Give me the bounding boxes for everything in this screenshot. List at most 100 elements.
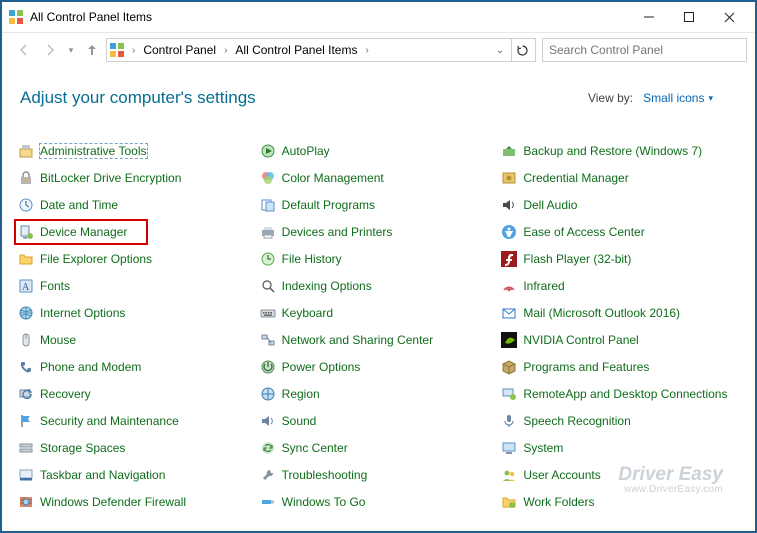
titlebar: All Control Panel Items xyxy=(2,2,755,32)
device-icon xyxy=(18,224,34,240)
index-icon xyxy=(260,278,276,294)
item-mail[interactable]: Mail (Microsoft Outlook 2016) xyxy=(501,304,739,322)
page-title: Adjust your computer's settings xyxy=(20,88,588,108)
system-icon xyxy=(501,440,517,456)
chevron-right-icon[interactable]: › xyxy=(221,43,230,58)
item-internet-options[interactable]: Internet Options xyxy=(18,304,256,322)
view-by-select[interactable]: Small icons ▾ xyxy=(643,91,713,105)
autoplay-icon xyxy=(260,143,276,159)
item-sync-center[interactable]: Sync Center xyxy=(260,439,498,457)
maximize-button[interactable] xyxy=(669,3,709,31)
item-speech-recognition[interactable]: Speech Recognition xyxy=(501,412,739,430)
item-network-sharing[interactable]: Network and Sharing Center xyxy=(260,331,498,349)
minimize-button[interactable] xyxy=(629,3,669,31)
fonts-icon: A xyxy=(18,278,34,294)
item-phone-modem[interactable]: Phone and Modem xyxy=(18,358,256,376)
breadcrumb[interactable]: › Control Panel › All Control Panel Item… xyxy=(106,38,536,62)
item-default-programs[interactable]: Default Programs xyxy=(260,196,498,214)
item-power-options[interactable]: Power Options xyxy=(260,358,498,376)
flash-icon xyxy=(501,251,517,267)
item-windows-defender-firewall[interactable]: Windows Defender Firewall xyxy=(18,493,256,511)
item-region[interactable]: Region xyxy=(260,385,498,403)
close-button[interactable] xyxy=(709,3,749,31)
breadcrumb-seg-control-panel[interactable]: Control Panel xyxy=(140,41,219,59)
item-credential-manager[interactable]: Credential Manager xyxy=(501,169,739,187)
wrench-icon xyxy=(260,467,276,483)
nvidia-icon xyxy=(501,332,517,348)
ease-icon xyxy=(501,224,517,240)
item-work-folders[interactable]: Work Folders xyxy=(501,493,739,511)
speaker-icon xyxy=(501,197,517,213)
search-input[interactable] xyxy=(547,42,742,58)
item-security-maintenance[interactable]: Security and Maintenance xyxy=(18,412,256,430)
item-indexing-options[interactable]: Indexing Options xyxy=(260,277,498,295)
item-file-explorer-options[interactable]: File Explorer Options xyxy=(18,250,256,268)
network-icon xyxy=(260,332,276,348)
lock-icon xyxy=(18,170,34,186)
firewall-icon xyxy=(18,494,34,510)
flag-icon xyxy=(18,413,34,429)
item-troubleshooting[interactable]: Troubleshooting xyxy=(260,466,498,484)
item-dell-audio[interactable]: Dell Audio xyxy=(501,196,739,214)
item-taskbar-navigation[interactable]: Taskbar and Navigation xyxy=(18,466,256,484)
recent-dropdown[interactable]: ▾ xyxy=(64,38,78,62)
infrared-icon xyxy=(501,278,517,294)
item-bitlocker[interactable]: BitLocker Drive Encryption xyxy=(18,169,256,187)
item-keyboard[interactable]: Keyboard xyxy=(260,304,498,322)
folder-icon xyxy=(18,251,34,267)
clock-icon xyxy=(18,197,34,213)
color-icon xyxy=(260,170,276,186)
keyboard-icon xyxy=(260,305,276,321)
phone-icon xyxy=(18,359,34,375)
up-button[interactable] xyxy=(80,38,104,62)
sound-icon xyxy=(260,413,276,429)
back-button[interactable] xyxy=(12,38,36,62)
item-flash-player[interactable]: Flash Player (32-bit) xyxy=(501,250,739,268)
taskbar-icon xyxy=(18,467,34,483)
item-storage-spaces[interactable]: Storage Spaces xyxy=(18,439,256,457)
breadcrumb-seg-all-items[interactable]: All Control Panel Items xyxy=(232,41,360,59)
recovery-icon xyxy=(18,386,34,402)
mic-icon xyxy=(501,413,517,429)
mouse-icon xyxy=(18,332,34,348)
folder-sync-icon xyxy=(501,494,517,510)
forward-button[interactable] xyxy=(38,38,62,62)
control-panel-icon xyxy=(8,9,24,25)
item-mouse[interactable]: Mouse xyxy=(18,331,256,349)
item-recovery[interactable]: Recovery xyxy=(18,385,256,403)
svg-text:A: A xyxy=(22,282,30,293)
item-fonts[interactable]: AFonts xyxy=(18,277,256,295)
item-ease-of-access[interactable]: Ease of Access Center xyxy=(501,223,739,241)
backup-icon xyxy=(501,143,517,159)
mail-icon xyxy=(501,305,517,321)
items-grid: Administrative Tools AutoPlay Backup and… xyxy=(18,118,739,511)
breadcrumb-dropdown[interactable]: ⌄ xyxy=(491,45,509,56)
view-by-label: View by: xyxy=(588,91,633,105)
item-user-accounts[interactable]: User Accounts xyxy=(501,466,739,484)
item-device-manager[interactable]: Device Manager xyxy=(18,223,256,241)
item-windows-to-go[interactable]: Windows To Go xyxy=(260,493,498,511)
chevron-right-icon[interactable]: › xyxy=(362,43,371,58)
chevron-right-icon[interactable]: › xyxy=(129,43,138,58)
safe-icon xyxy=(501,170,517,186)
item-date-time[interactable]: Date and Time xyxy=(18,196,256,214)
item-programs-features[interactable]: Programs and Features xyxy=(501,358,739,376)
item-infrared[interactable]: Infrared xyxy=(501,277,739,295)
refresh-button[interactable] xyxy=(511,39,533,61)
remoteapp-icon xyxy=(501,386,517,402)
sync-icon xyxy=(260,440,276,456)
item-devices-printers[interactable]: Devices and Printers xyxy=(260,223,498,241)
item-system[interactable]: System xyxy=(501,439,739,457)
search-box[interactable] xyxy=(542,38,747,62)
item-color-management[interactable]: Color Management xyxy=(260,169,498,187)
breadcrumb-icon xyxy=(109,42,125,58)
item-sound[interactable]: Sound xyxy=(260,412,498,430)
view-by-value: Small icons xyxy=(643,91,704,105)
item-administrative-tools[interactable]: Administrative Tools xyxy=(18,142,256,160)
item-backup-restore[interactable]: Backup and Restore (Windows 7) xyxy=(501,142,739,160)
item-remoteapp[interactable]: RemoteApp and Desktop Connections xyxy=(501,385,739,403)
item-autoplay[interactable]: AutoPlay xyxy=(260,142,498,160)
item-file-history[interactable]: File History xyxy=(260,250,498,268)
power-icon xyxy=(260,359,276,375)
item-nvidia[interactable]: NVIDIA Control Panel xyxy=(501,331,739,349)
